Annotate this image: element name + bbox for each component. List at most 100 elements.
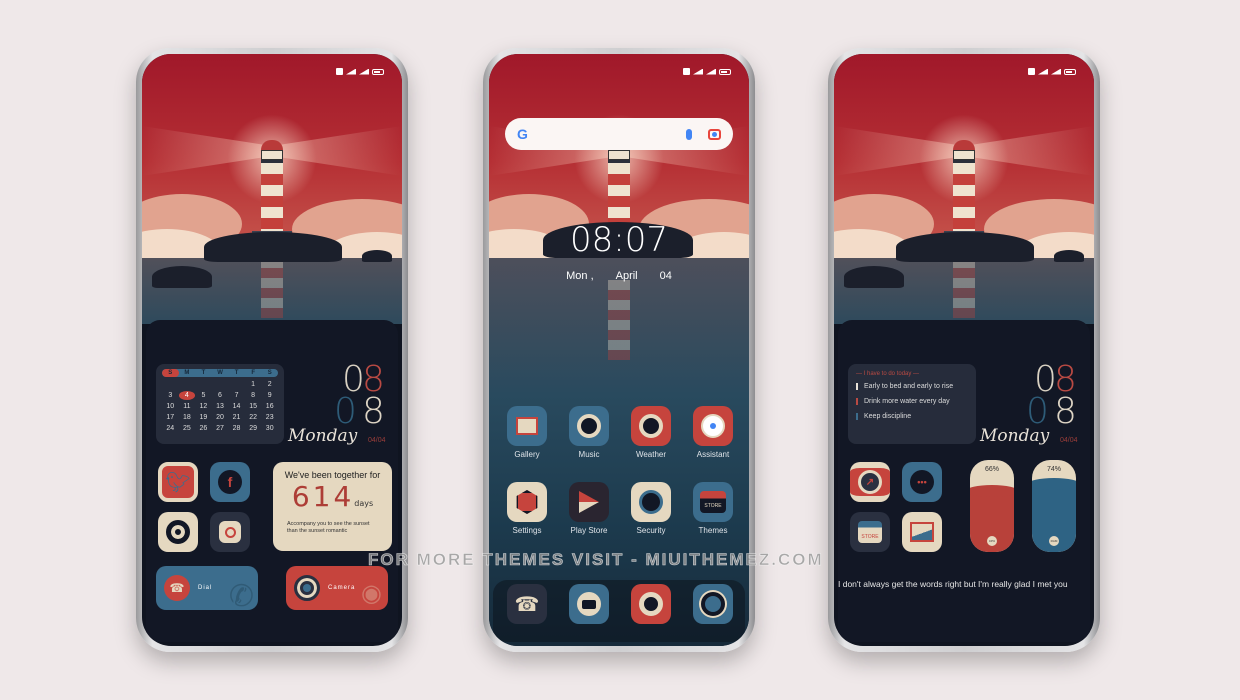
calendar-widget[interactable]: SMTWTFS 1 2 3 4 5 6 7 8 9 10 11 12 13 14 15 16 17 18 19 20 2… <box>156 364 284 444</box>
app-music[interactable] <box>569 406 609 446</box>
hd-icon <box>1028 68 1035 75</box>
day-name: Monday <box>288 426 358 446</box>
days-count: 614 <box>291 480 355 513</box>
calendar-day[interactable]: 12 <box>195 402 212 411</box>
app-compass[interactable]: ↗ <box>850 462 890 502</box>
weekday-header: M <box>184 370 190 376</box>
app-instagram[interactable] <box>210 512 250 552</box>
gallery-icon <box>910 522 934 542</box>
calendar-day[interactable]: 19 <box>195 413 212 422</box>
calendar-day[interactable]: 3 <box>162 391 179 400</box>
app-messages[interactable]: ••• <box>902 462 942 502</box>
app-play-store[interactable] <box>569 482 609 522</box>
calendar-day[interactable]: 8 <box>245 391 262 400</box>
google-search-bar[interactable]: G <box>505 118 733 150</box>
todo-widget[interactable]: — I have to do today — Early to bed and … <box>848 364 976 444</box>
facebook-icon: f <box>218 470 242 494</box>
calendar-day[interactable]: 23 <box>261 413 278 422</box>
dock-chrome[interactable] <box>631 584 671 624</box>
app-chrome[interactable] <box>158 512 198 552</box>
together-caption: than the sunset romantic <box>287 528 348 534</box>
together-widget[interactable]: We've been together for 614days Accompan… <box>273 462 392 551</box>
calendar-day[interactable]: 27 <box>212 424 229 433</box>
calendar-day[interactable]: 4 <box>178 391 196 400</box>
app-label: Assistant <box>696 450 730 459</box>
music-icon <box>577 414 601 438</box>
app-weather[interactable] <box>631 406 671 446</box>
signal-icon <box>346 68 356 75</box>
calendar-day[interactable]: 6 <box>212 391 229 400</box>
battery-icon <box>719 68 731 75</box>
phone-icon: ☎ <box>164 575 190 601</box>
todo-item[interactable]: Drink more water every day <box>856 398 968 405</box>
calendar-day <box>179 380 196 389</box>
days-unit: days <box>354 499 374 508</box>
ram-meter: 74% RAM <box>1032 460 1076 552</box>
calendar-day[interactable]: 17 <box>162 413 179 422</box>
calendar-day[interactable]: 25 <box>179 424 196 433</box>
app-twitter[interactable]: 🐦︎ <box>158 462 198 502</box>
chrome-icon <box>639 592 663 616</box>
cpu-percent: 66% <box>984 466 999 473</box>
todo-header: — I have to do today — <box>856 371 920 377</box>
calendar-day[interactable]: 18 <box>179 413 196 422</box>
status-bar <box>1028 68 1076 75</box>
chrome-icon <box>166 520 190 544</box>
app-gallery[interactable] <box>507 406 547 446</box>
together-title: We've been together for <box>284 470 381 480</box>
lighthouse <box>944 140 984 239</box>
app-security[interactable] <box>631 482 671 522</box>
calendar-day[interactable]: 24 <box>162 424 179 433</box>
calendar-day[interactable]: 1 <box>245 380 262 389</box>
calendar-day[interactable]: 5 <box>195 391 212 400</box>
calendar-day[interactable]: 14 <box>228 402 245 411</box>
watermark: FOR MORE THEMES VISIT - MIUITHEMEZ.COM <box>368 550 824 570</box>
dial-shortcut[interactable]: ☎ Dial ✆ <box>156 566 258 610</box>
calendar-day[interactable]: 16 <box>261 402 278 411</box>
mic-icon[interactable] <box>686 128 692 140</box>
app-gallery[interactable] <box>902 512 942 552</box>
calendar-day[interactable]: 13 <box>212 402 229 411</box>
app-settings[interactable] <box>507 482 547 522</box>
camera-shortcut[interactable]: Camera ◉ <box>286 566 388 610</box>
weekday-header: T <box>234 370 239 376</box>
dock-camera[interactable] <box>693 584 733 624</box>
dock-messages[interactable] <box>569 584 609 624</box>
date-label: 04/04 <box>1060 437 1078 444</box>
calendar-day[interactable]: 9 <box>261 391 278 400</box>
app-themes[interactable]: STORE <box>693 482 733 522</box>
calendar-day[interactable]: 2 <box>261 380 278 389</box>
app-store[interactable]: STORE <box>850 512 890 552</box>
todo-item[interactable]: Early to bed and early to rise <box>856 383 968 390</box>
calendar-day[interactable]: 28 <box>228 424 245 433</box>
app-facebook[interactable]: f <box>210 462 250 502</box>
minute-digit: 8 <box>1054 391 1077 432</box>
phone-icon: ✆ <box>228 580 254 610</box>
weather-icon <box>639 414 663 438</box>
hd-icon <box>336 68 343 75</box>
clock-digits: 0 8 0 8 <box>334 362 388 434</box>
calendar-day[interactable]: 26 <box>195 424 212 433</box>
weekday-header: W <box>217 370 223 376</box>
weekday: Mon , <box>566 270 594 282</box>
todo-text: Keep discipline <box>864 413 912 420</box>
calendar-day[interactable]: 21 <box>228 413 245 422</box>
app-label: Themes <box>698 526 728 535</box>
minute-digit: 8 <box>362 391 385 432</box>
date-label: 04/04 <box>368 437 386 444</box>
lens-icon[interactable] <box>708 128 721 140</box>
calendar-day[interactable]: 11 <box>179 402 196 411</box>
google-logo: G <box>517 126 528 142</box>
calendar-day[interactable]: 20 <box>212 413 229 422</box>
app-assistant[interactable] <box>693 406 733 446</box>
calendar-day[interactable]: 30 <box>261 424 278 433</box>
dial-label: Dial <box>198 585 213 591</box>
dock-phone[interactable]: ☎ <box>507 584 547 624</box>
calendar-day[interactable]: 22 <box>245 413 262 422</box>
calendar-day[interactable]: 29 <box>245 424 262 433</box>
todo-item[interactable]: Keep discipline <box>856 413 968 420</box>
calendar-day[interactable]: 10 <box>162 402 179 411</box>
calendar-day[interactable]: 7 <box>228 391 245 400</box>
calendar-day[interactable]: 15 <box>245 402 262 411</box>
store-icon: STORE <box>858 521 882 543</box>
